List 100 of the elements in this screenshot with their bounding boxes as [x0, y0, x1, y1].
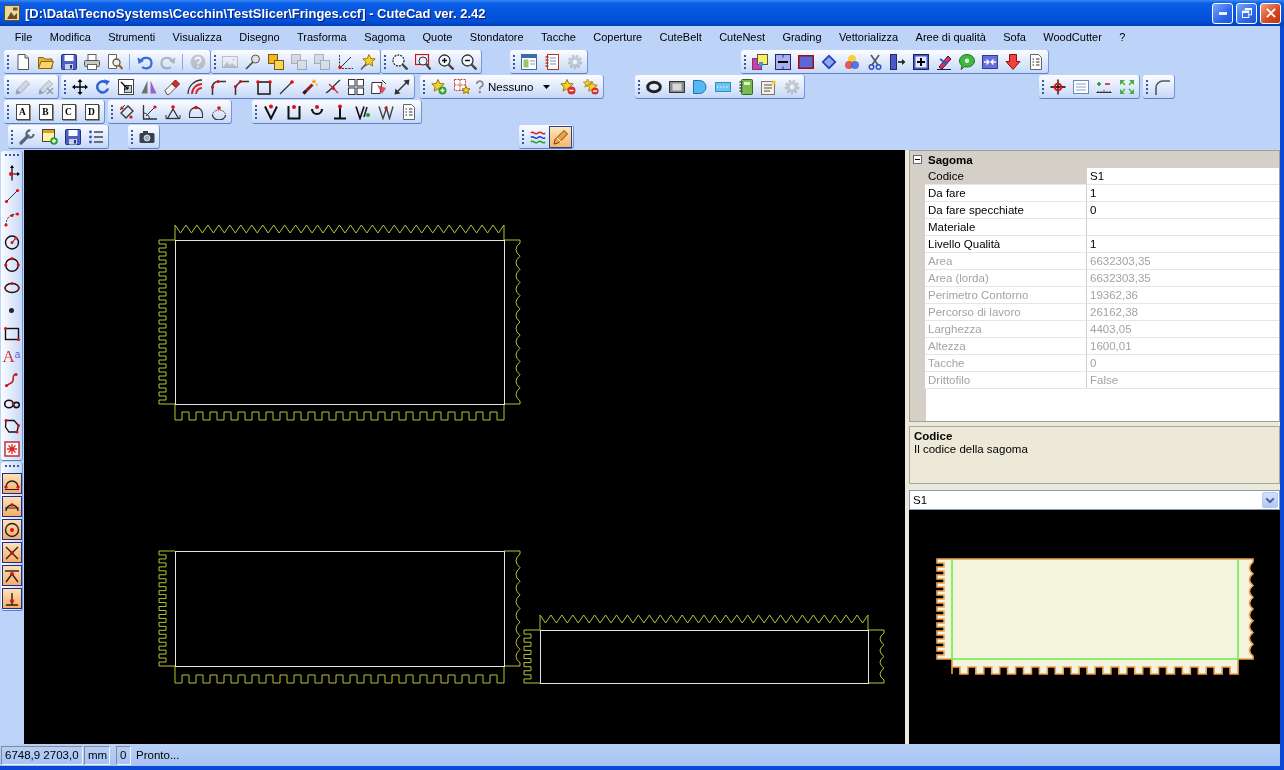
ring-icon[interactable] [645, 78, 662, 95]
numbered-list-icon[interactable] [87, 128, 104, 145]
grip-icon[interactable] [1146, 79, 1149, 94]
v-notch-icon[interactable] [354, 103, 371, 120]
grip-icon[interactable] [7, 104, 10, 119]
fillet-icon[interactable] [209, 78, 226, 95]
grip-icon[interactable] [64, 79, 67, 94]
star-icon[interactable] [359, 53, 376, 70]
grip-icon[interactable] [384, 54, 387, 69]
diamond-icon[interactable] [820, 53, 837, 70]
grip-icon[interactable] [522, 129, 525, 144]
pushpin-icon[interactable] [244, 53, 261, 70]
grip-icon[interactable] [255, 104, 258, 119]
snap-toggle-button[interactable] [1, 519, 22, 540]
text-tool-button[interactable]: A$^{a}$ [2, 348, 21, 365]
star-plus-icon[interactable] [430, 78, 447, 95]
menu-item[interactable]: Quote [413, 31, 462, 43]
menu-item[interactable]: Aree di qualità [906, 31, 995, 43]
grip-icon[interactable] [423, 79, 426, 94]
printer-icon[interactable] [83, 53, 100, 70]
film-icon[interactable] [668, 78, 685, 95]
book-icon[interactable] [737, 78, 754, 95]
speech-bubble-icon[interactable] [958, 53, 975, 70]
menu-item[interactable]: Disegno [230, 31, 289, 43]
letter-button[interactable]: B [38, 103, 53, 120]
axes-icon[interactable] [336, 53, 353, 70]
offset-arcs-icon[interactable] [186, 78, 203, 95]
scissors-icon[interactable] [866, 53, 883, 70]
property-name[interactable]: Materiale [925, 219, 1087, 236]
rounded-corner-icon[interactable] [1153, 78, 1170, 95]
menu-item[interactable]: Trasforma [288, 31, 356, 43]
magic-wand-icon[interactable] [301, 78, 318, 95]
grip-icon[interactable] [744, 54, 747, 69]
menu-item[interactable]: Sagoma [355, 31, 414, 43]
snap-toggle-button[interactable] [1, 542, 22, 563]
property-name[interactable]: Codice [925, 168, 1087, 185]
property-name[interactable]: Da fare specchiate [925, 202, 1087, 219]
image-icon[interactable] [3, 440, 20, 457]
menu-item[interactable]: Grading [773, 31, 831, 43]
menu-item[interactable]: Tacche [532, 31, 585, 43]
rectangle-icon[interactable] [797, 53, 814, 70]
grip-icon[interactable] [214, 54, 217, 69]
notebook-icon[interactable] [543, 53, 560, 70]
zoom-box-icon[interactable] [414, 53, 431, 70]
split-icon[interactable] [774, 53, 791, 70]
property-name[interactable]: Da fare [925, 185, 1087, 202]
menu-item[interactable]: Vettorializza [830, 31, 907, 43]
collapse-icon[interactable] [913, 155, 922, 164]
add-document-icon[interactable] [41, 128, 58, 145]
spline-icon[interactable] [3, 371, 20, 388]
grip-icon[interactable] [7, 54, 10, 69]
polygon-icon[interactable] [3, 417, 20, 434]
move-icon[interactable] [71, 78, 88, 95]
menu-item[interactable]: Stondatore [461, 31, 533, 43]
grip-icon[interactable] [131, 129, 134, 144]
snap-toggle-button[interactable] [1, 588, 22, 609]
menu-item[interactable]: Strumenti [99, 31, 164, 43]
checklist-icon[interactable] [400, 103, 417, 120]
layer-dropdown[interactable]: Nessuno [473, 76, 556, 97]
letter-button[interactable]: A [15, 103, 30, 120]
document-icon[interactable] [14, 53, 31, 70]
grip-icon[interactable] [4, 154, 19, 157]
grip-icon[interactable] [11, 129, 14, 144]
semicircle-icon[interactable] [187, 103, 204, 120]
grid-star-icon[interactable] [453, 78, 470, 95]
note-icon[interactable] [760, 78, 777, 95]
page-magnifier-icon[interactable] [106, 53, 123, 70]
dropdown-button[interactable] [1262, 492, 1278, 508]
checklist-icon[interactable] [1027, 53, 1044, 70]
merge-arrows-icon[interactable] [981, 53, 998, 70]
snap-toggle-button[interactable] [1, 565, 22, 586]
rotate-icon[interactable] [94, 78, 111, 95]
arrow-right-icon[interactable] [889, 53, 906, 70]
grid-icon[interactable] [347, 78, 364, 95]
plus-icon[interactable] [912, 53, 929, 70]
grip-icon[interactable] [4, 465, 19, 468]
menu-item[interactable]: CuteBelt [650, 31, 711, 43]
category-header[interactable]: Sagoma [910, 151, 1279, 168]
t-notch-icon[interactable] [331, 103, 348, 120]
arc-icon[interactable] [210, 103, 227, 120]
grip-icon[interactable] [638, 79, 641, 94]
grip-icon[interactable] [7, 79, 10, 94]
eraser-icon[interactable] [163, 78, 180, 95]
trim-curve-icon[interactable] [324, 78, 341, 95]
grip-icon[interactable] [1042, 79, 1045, 94]
letter-button[interactable]: C [61, 103, 76, 120]
save-icon[interactable] [60, 53, 77, 70]
menu-item[interactable]: WoodCutter [1034, 31, 1111, 43]
shape-select[interactable]: S1 [909, 490, 1280, 510]
letter-button[interactable]: D [84, 103, 99, 120]
stars-minus-icon[interactable] [582, 78, 599, 95]
rectangle-icon[interactable] [3, 325, 20, 342]
mirror-icon[interactable] [140, 78, 157, 95]
zoom-icon[interactable] [391, 53, 408, 70]
menu-item[interactable]: Coperture [584, 31, 651, 43]
rectangle-points-icon[interactable] [255, 78, 272, 95]
circle-radius-icon[interactable] [3, 233, 20, 250]
snap-toggle-button[interactable] [1, 496, 22, 517]
down-arrow-icon[interactable] [1004, 53, 1021, 70]
restore-button[interactable] [1236, 2, 1257, 24]
